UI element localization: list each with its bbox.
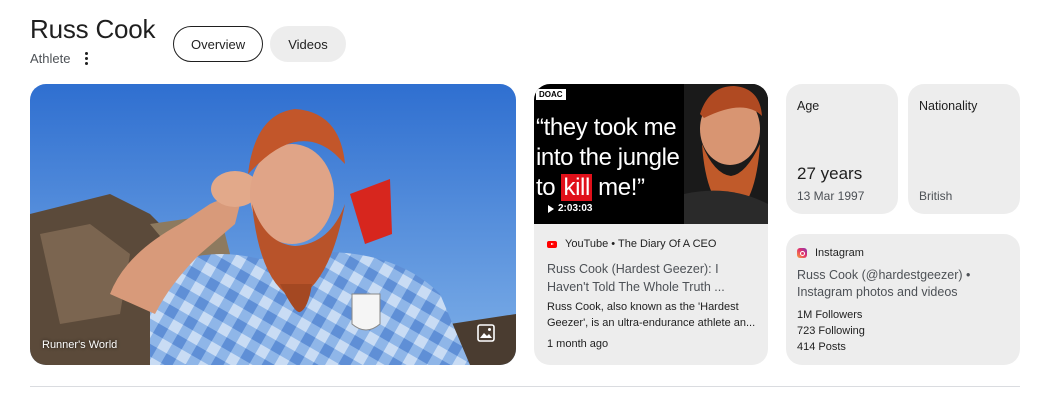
tab-overview[interactable]: Overview [173,26,264,62]
video-card[interactable]: DOAC “they took me into the jungle to ki… [534,84,768,365]
instagram-icon [797,248,807,258]
thumb-text-post: me!” [591,174,645,201]
instagram-following: 723 Following [797,325,865,337]
thumb-text-line3: to kill me!” [536,174,645,202]
entity-category: Athlete [30,51,71,66]
thumb-text-pre: to [536,174,562,201]
duration-text: 2:03:03 [558,203,593,214]
channel-badge: DOAC [536,89,566,100]
tab-videos[interactable]: Videos [270,26,346,62]
entity-header: Russ Cook [30,14,156,45]
instagram-title[interactable]: Russ Cook (@hardestgeezer) • Instagram p… [797,267,1007,301]
entity-title: Russ Cook [30,14,156,44]
age-card[interactable]: Age 27 years 13 Mar 1997 [786,84,898,214]
play-icon [548,204,554,213]
youtube-icon [547,240,557,248]
video-description: Russ Cook, also known as the 'Hardest Ge… [547,301,756,329]
athlete-photo [30,84,516,365]
video-source-text: YouTube • The Diary Of A CEO [565,238,717,250]
video-duration: 2:03:03 [548,203,592,214]
tab-bar: Overview Videos [173,26,346,62]
video-thumbnail[interactable]: DOAC “they took me into the jungle to ki… [534,84,768,224]
nationality-card[interactable]: Nationality British [908,84,1020,214]
instagram-source: Instagram [797,247,864,259]
thumb-text-line2: into the jungle [536,144,680,171]
instagram-card[interactable]: Instagram Russ Cook (@hardestgeezer) • I… [786,234,1020,365]
video-source: YouTube • The Diary Of A CEO [547,238,716,250]
instagram-posts: 414 Posts [797,341,846,353]
age-label: Age [797,99,820,113]
image-icon[interactable] [476,323,496,343]
instagram-followers: 1M Followers [797,309,863,321]
section-divider [30,386,1020,387]
instagram-source-text: Instagram [815,247,864,259]
more-options-icon[interactable] [82,50,91,67]
entity-subtitle: Athlete [30,50,91,67]
birth-date: 13 Mar 1997 [797,189,865,203]
hero-image[interactable]: Runner's World [30,84,516,365]
video-date: 1 month ago [547,338,609,350]
nationality-label: Nationality [919,99,978,113]
video-title[interactable]: Russ Cook (Hardest Geezer): I Haven't To… [547,260,757,296]
thumb-text-line1: “they took me [536,114,677,141]
age-value: 27 years [797,164,863,183]
image-credit: Runner's World [42,339,118,351]
thumb-text-kill: kill [561,174,592,201]
nationality-value: British [919,189,953,203]
